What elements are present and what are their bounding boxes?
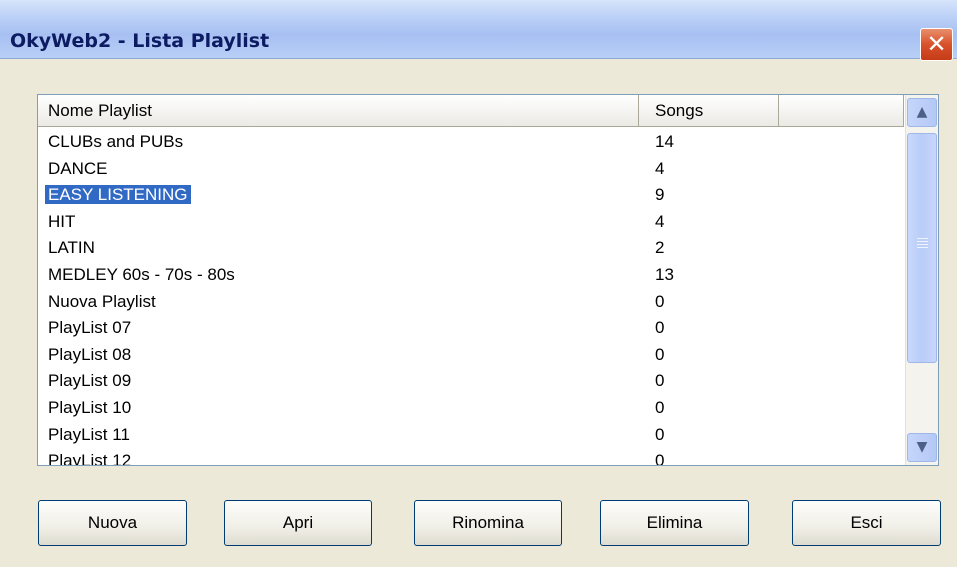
list-header: Nome Playlist Songs <box>38 95 904 129</box>
vertical-scrollbar[interactable]: ▲ ▼ <box>905 95 938 465</box>
list-rows: CLUBs and PUBs 14 DANCE 4 EASY LISTENING 9 … <box>38 129 904 466</box>
chevron-up-icon[interactable]: ▲ <box>907 98 937 127</box>
column-header-empty[interactable] <box>779 95 904 127</box>
column-header-name[interactable]: Nome Playlist <box>38 95 639 127</box>
playlist-name: PlayList 11 <box>48 424 130 444</box>
playlist-name: Nuova Playlist <box>48 291 156 311</box>
song-count: 9 <box>655 185 665 205</box>
scroll-thumb[interactable] <box>907 133 937 363</box>
playlist-name: DANCE <box>48 158 108 178</box>
song-count: 0 <box>655 371 665 391</box>
playlist-name: PlayList 10 <box>48 397 132 417</box>
list-row[interactable]: Nuova Playlist 0 <box>38 289 904 316</box>
playlist-name: EASY LISTENING <box>44 184 192 206</box>
list-row[interactable]: HIT 4 <box>38 209 904 236</box>
column-header-songs[interactable]: Songs <box>639 95 779 127</box>
new-button[interactable]: Nuova <box>38 500 187 546</box>
window-title: OkyWeb2 - Lista Playlist <box>10 30 270 52</box>
playlist-name: PlayList 08 <box>48 344 132 364</box>
chevron-down-icon[interactable]: ▼ <box>907 433 937 462</box>
list-row[interactable]: LATIN 2 <box>38 235 904 262</box>
playlist-name: HIT <box>48 211 76 231</box>
song-count: 14 <box>655 132 674 151</box>
song-count: 0 <box>655 451 665 466</box>
list-row[interactable]: MEDLEY 60s - 70s - 80s 13 <box>38 262 904 289</box>
list-row-selected[interactable]: EASY LISTENING 9 <box>38 182 904 209</box>
open-button[interactable]: Apri <box>224 500 372 546</box>
playlist-name: CLUBs and PUBs <box>48 132 184 151</box>
list-row[interactable]: PlayList 08 0 <box>38 342 904 369</box>
playlist-name: LATIN <box>48 238 95 258</box>
song-count: 4 <box>655 158 665 178</box>
song-count: 2 <box>655 238 665 258</box>
song-count: 4 <box>655 211 665 231</box>
list-row[interactable]: PlayList 09 0 <box>38 368 904 395</box>
button-bar: Nuova Apri Rinomina Elimina Esci <box>0 500 957 546</box>
song-count: 13 <box>655 264 674 284</box>
playlist-name: MEDLEY 60s - 70s - 80s <box>48 264 235 284</box>
rename-button[interactable]: Rinomina <box>414 500 562 546</box>
close-button[interactable]: ✕ <box>920 28 953 61</box>
delete-button[interactable]: Elimina <box>600 500 749 546</box>
list-row[interactable]: DANCE 4 <box>38 156 904 183</box>
song-count: 0 <box>655 397 665 417</box>
song-count: 0 <box>655 424 665 444</box>
playlist-name: PlayList 12 <box>48 451 132 466</box>
playlist-name: PlayList 09 <box>48 371 132 391</box>
song-count: 0 <box>655 344 665 364</box>
list-row[interactable]: PlayList 07 0 <box>38 315 904 342</box>
song-count: 0 <box>655 318 665 338</box>
exit-button[interactable]: Esci <box>792 500 941 546</box>
list-row[interactable]: PlayList 10 0 <box>38 395 904 422</box>
list-row[interactable]: PlayList 11 0 <box>38 422 904 449</box>
list-row[interactable]: PlayList 12 0 <box>38 448 904 466</box>
title-bar[interactable]: OkyWeb2 - Lista Playlist ✕ <box>0 0 957 61</box>
playlist-name: PlayList 07 <box>48 318 132 338</box>
song-count: 0 <box>655 291 665 311</box>
playlist-list[interactable]: Nome Playlist Songs CLUBs and PUBs 14 DAN… <box>37 94 939 466</box>
list-row[interactable]: CLUBs and PUBs 14 <box>38 129 904 156</box>
